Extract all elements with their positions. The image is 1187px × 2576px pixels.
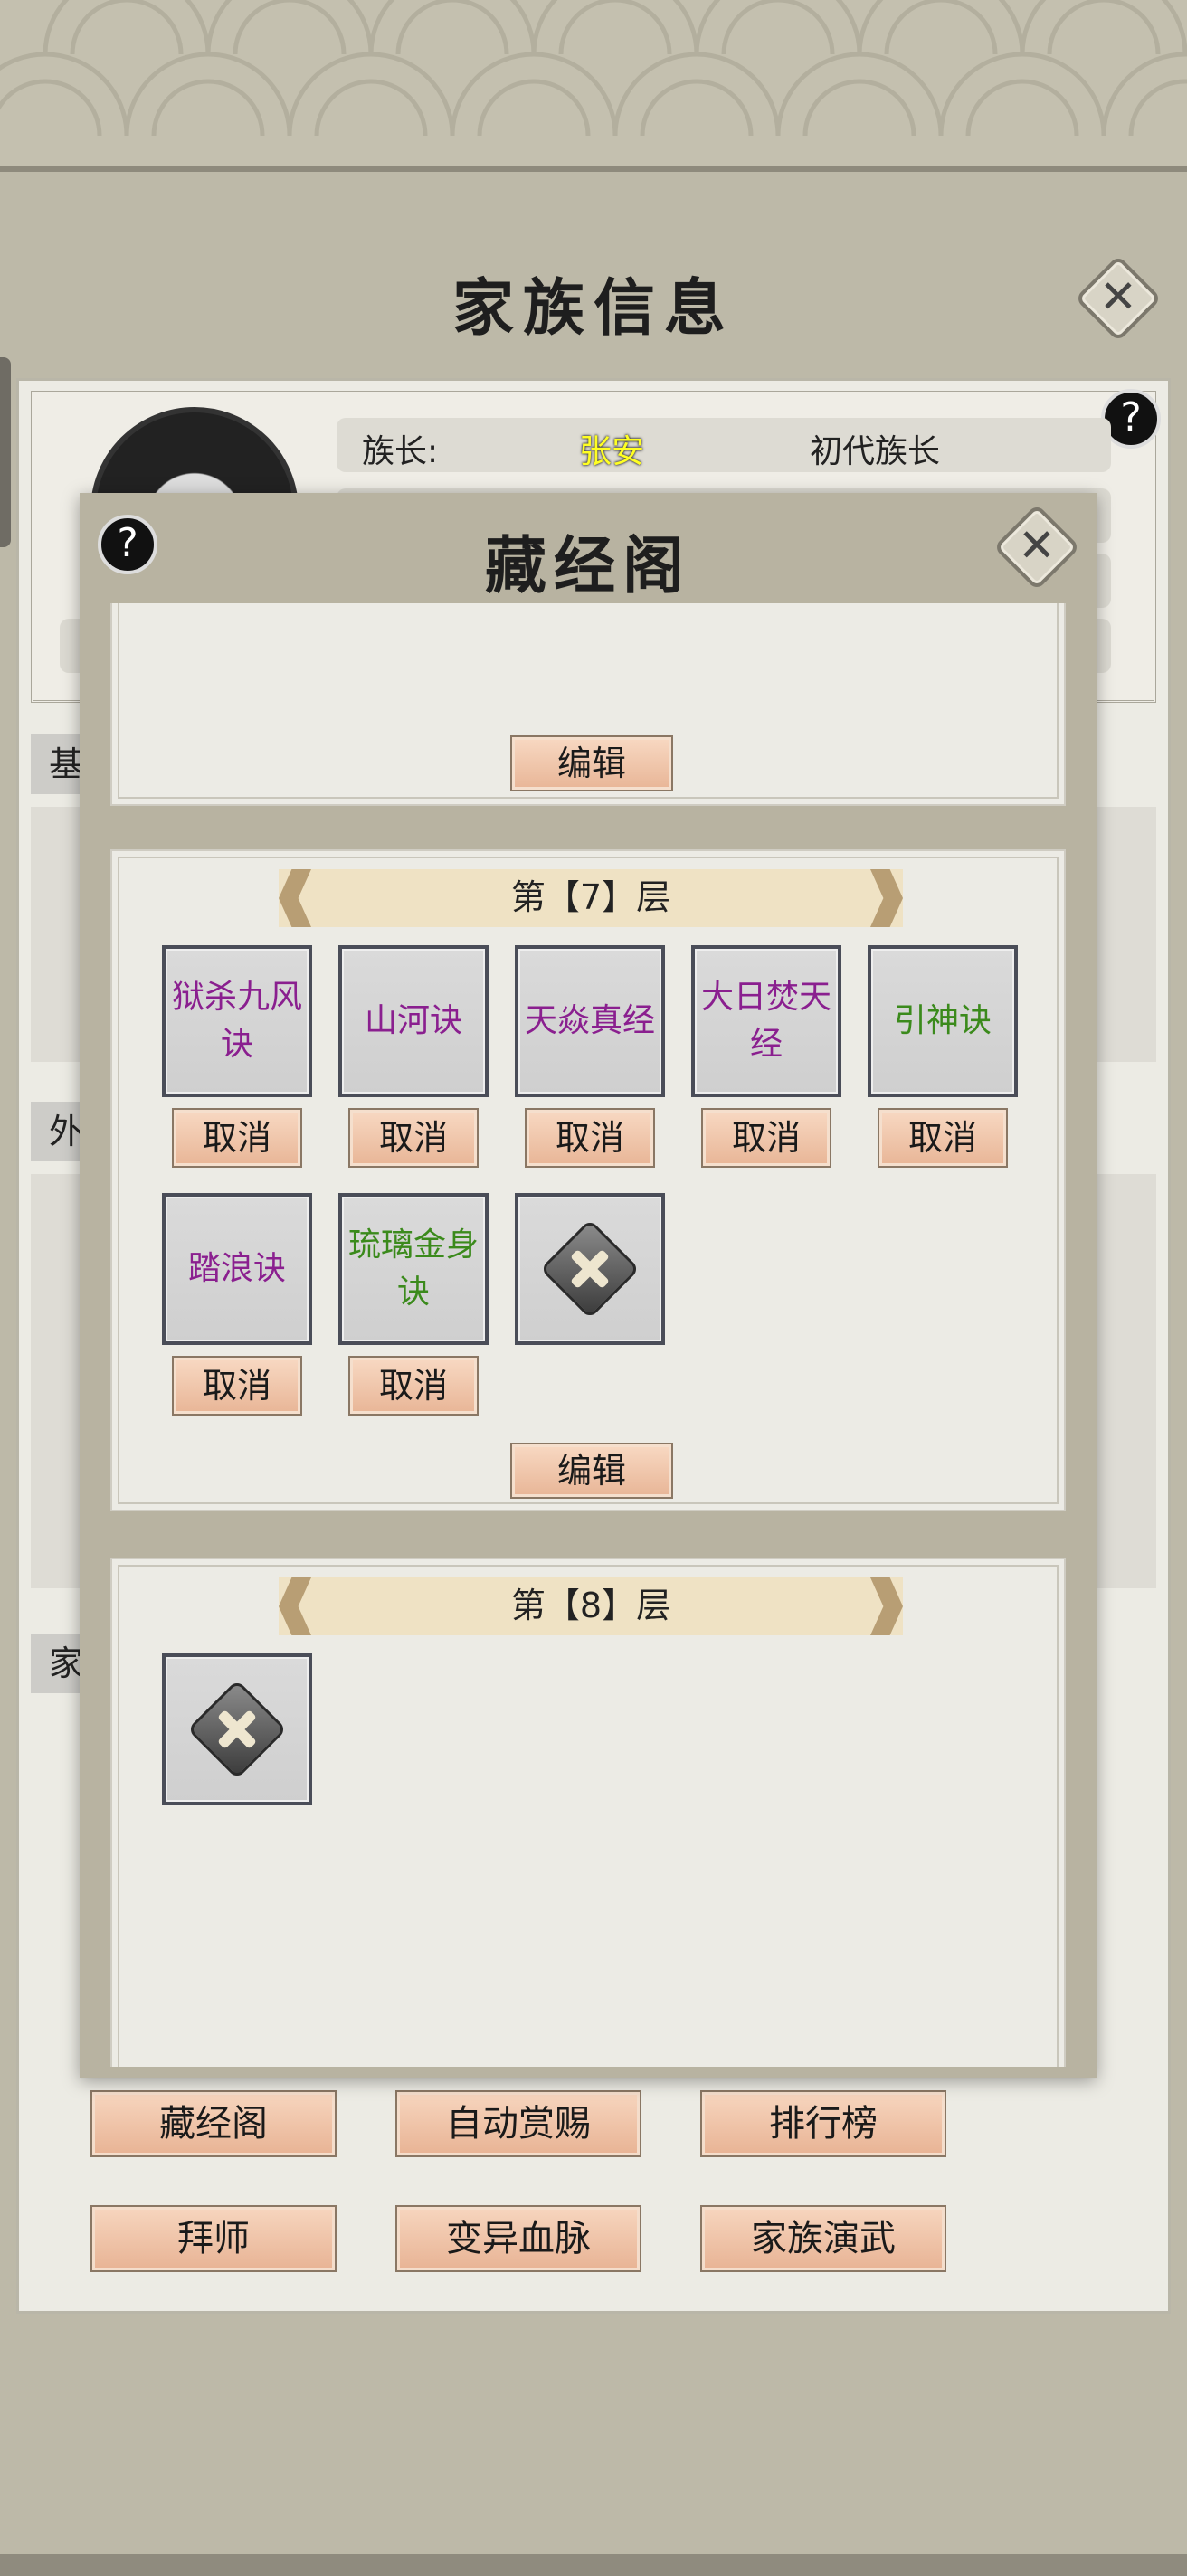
edit-button[interactable]: 编辑 (510, 1443, 673, 1499)
top-wave-decoration (0, 0, 1187, 172)
skill-slot[interactable]: 山河诀 (338, 945, 489, 1097)
cancel-button[interactable]: 取消 (172, 1356, 302, 1416)
add-skill-slot[interactable] (162, 1653, 312, 1805)
leader-rank: 初代族长 (810, 433, 941, 470)
skill-slot[interactable]: 大日焚天经 (691, 945, 841, 1097)
floor-panel-previous: 编辑 (110, 603, 1066, 806)
skill-slot[interactable]: 天焱真经 (515, 945, 665, 1097)
skill-name: 琉璃金身诀 (347, 1226, 479, 1311)
leader-row: 族长: 张安 初代族长 (337, 418, 1111, 472)
mutant-bloodline-button[interactable]: 变异血脉 (395, 2205, 641, 2272)
arrow-right-icon (870, 869, 903, 927)
cancel-button[interactable]: 取消 (878, 1108, 1008, 1168)
cancel-button[interactable]: 取消 (172, 1108, 302, 1168)
cancel-button[interactable]: 取消 (525, 1108, 655, 1168)
plus-icon (186, 1679, 288, 1780)
apprentice-button[interactable]: 拜师 (90, 2205, 337, 2272)
skill-slot[interactable]: 引神诀 (868, 945, 1018, 1097)
arrow-left-icon (279, 1577, 311, 1635)
floor-panel-8: 第【8】层 (110, 1558, 1066, 2067)
auto-reward-button[interactable]: 自动赏赐 (395, 2090, 641, 2157)
arrow-left-icon (279, 869, 311, 927)
section-tab[interactable]: 家 (31, 1634, 85, 1693)
family-info-title: 家族信息 (451, 272, 735, 345)
library-close-button[interactable]: ✕ (992, 503, 1081, 592)
edit-button[interactable]: 编辑 (510, 735, 673, 791)
cancel-button[interactable]: 取消 (348, 1356, 479, 1416)
cancel-button[interactable]: 取消 (348, 1108, 479, 1168)
bottom-border-decoration (0, 2554, 1187, 2576)
library-title: 藏经阁 (484, 530, 691, 602)
library-scroll-area[interactable]: 编辑 第【7】层 狱杀九风诀 山河诀 天焱真经 大日焚天经 引神诀 取消 取消 … (110, 603, 1066, 2067)
arrow-right-icon (870, 1577, 903, 1635)
skill-name: 天焱真经 (524, 1002, 655, 1039)
close-icon: ✕ (1018, 519, 1056, 572)
library-modal: ? 藏经阁 ✕ 编辑 第【7】层 狱杀九风诀 山河诀 天焱真经 大日焚天经 引神… (80, 493, 1097, 2078)
family-close-button[interactable]: ✕ (1074, 254, 1163, 343)
add-skill-slot[interactable] (515, 1193, 665, 1345)
floor-header: 第【8】层 (279, 1577, 903, 1635)
skill-slot[interactable]: 踏浪诀 (162, 1193, 312, 1345)
plus-icon (539, 1218, 641, 1320)
floor-panel-7: 第【7】层 狱杀九风诀 山河诀 天焱真经 大日焚天经 引神诀 取消 取消 取消 … (110, 849, 1066, 1511)
skill-name: 踏浪诀 (187, 1250, 286, 1287)
cancel-button[interactable]: 取消 (701, 1108, 831, 1168)
leader-name: 张安 (579, 433, 645, 470)
family-tournament-button[interactable]: 家族演武 (700, 2205, 946, 2272)
section-tab[interactable]: 外 (31, 1102, 85, 1161)
skill-name: 山河诀 (364, 1002, 462, 1039)
floor-header: 第【7】层 (279, 869, 903, 927)
close-icon: ✕ (1099, 270, 1137, 323)
library-button[interactable]: 藏经阁 (90, 2090, 337, 2157)
section-tab[interactable]: 基 (31, 734, 85, 794)
side-handle[interactable] (0, 357, 11, 547)
leader-label: 族长: (362, 433, 439, 470)
skill-name: 狱杀九风诀 (171, 979, 302, 1063)
ranking-button[interactable]: 排行榜 (700, 2090, 946, 2157)
skill-slot[interactable]: 琉璃金身诀 (338, 1193, 489, 1345)
skill-name: 引神诀 (893, 1002, 992, 1039)
skill-slot[interactable]: 狱杀九风诀 (162, 945, 312, 1097)
skill-name: 大日焚天经 (700, 979, 831, 1063)
